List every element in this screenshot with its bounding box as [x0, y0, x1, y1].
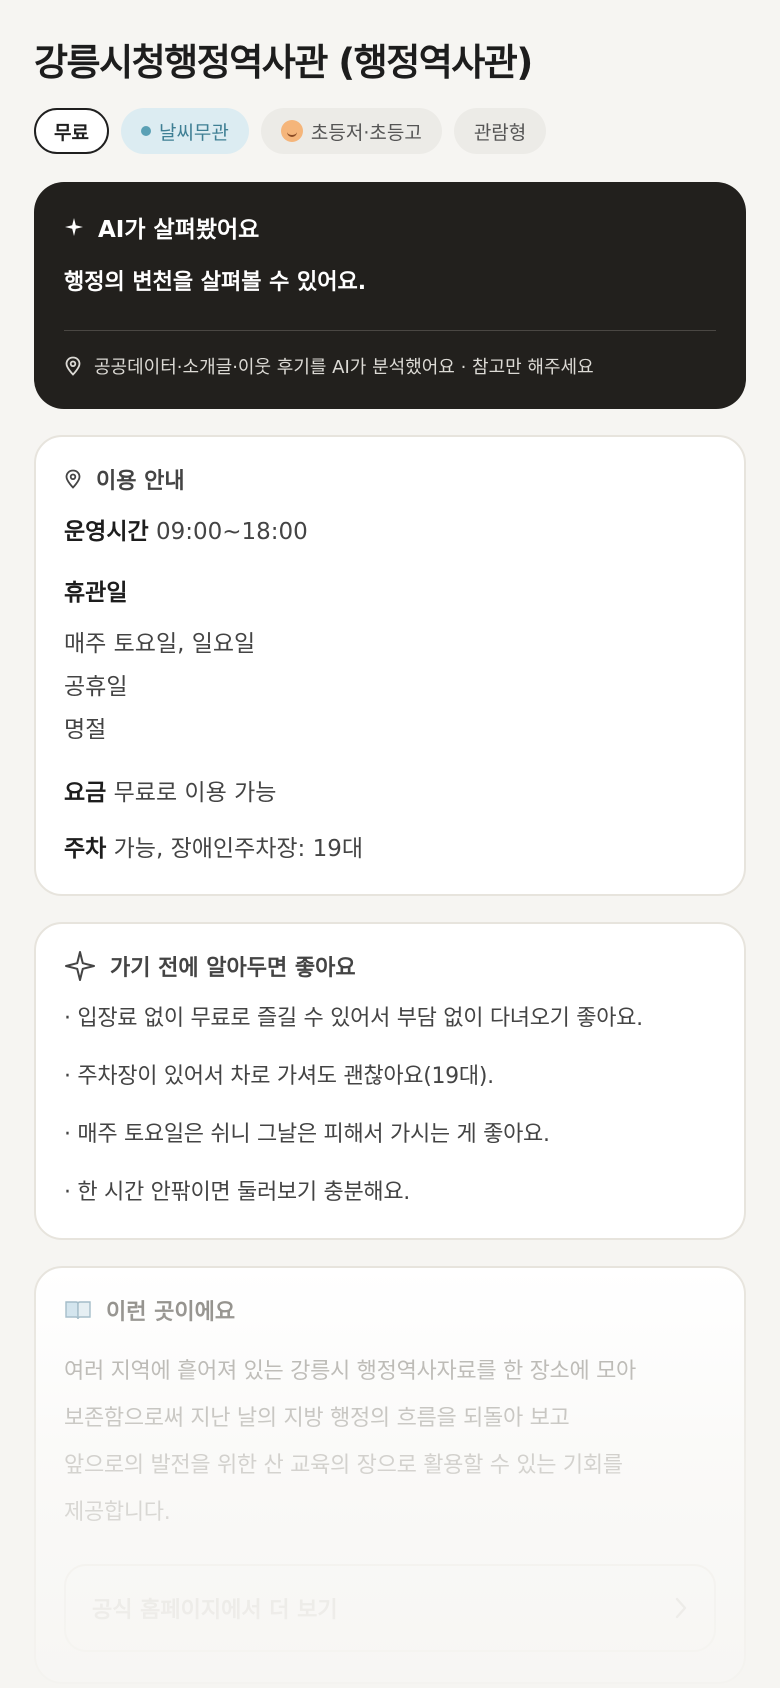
usage-info-card: 이용 안내 운영시간 09:00~18:00 휴관일 매주 토요일, 일요일 공… — [34, 435, 746, 896]
about-line: 여러 지역에 흩어져 있는 강릉시 행정역사자료를 한 장소에 모아 — [64, 1359, 636, 1384]
tag-age: 초등저·초등고 — [260, 108, 442, 154]
hours-value: 09:00~18:00 — [155, 519, 308, 545]
tips-title: 가기 전에 알아두면 좋아요 — [110, 956, 356, 981]
tips-card: 가기 전에 알아두면 좋아요 · 입장료 없이 무료로 즐길 수 있어서 부담 … — [34, 922, 746, 1240]
parking-row: 주차 가능, 장애인주차장: 19대 — [64, 834, 716, 864]
about-heading: 이런 곳이에요 — [64, 1294, 716, 1326]
sparkle-icon — [64, 217, 84, 237]
tag-weather-label: 날씨무관 — [158, 121, 229, 144]
tip-item: · 한 시간 안팎이면 둘러보기 충분해요. — [64, 1180, 410, 1205]
tag-type: 관람형 — [453, 108, 547, 154]
hours-label: 운영시간 — [64, 519, 149, 545]
closed-day-item: 매주 토요일, 일요일 — [64, 631, 256, 657]
closed-day-item: 공휴일 — [64, 674, 128, 700]
tag-type-label: 관람형 — [473, 121, 527, 144]
official-homepage-label: 공식 홈페이지에서 더 보기 — [92, 1598, 338, 1623]
ai-summary-card: AI가 살펴봤어요 행정의 변천을 살펴볼 수 있어요. 공공데이터·소개글·이… — [34, 182, 746, 409]
about-line: 보존함으로써 지난 날의 지방 행정의 흐름을 되돌아 보고 — [64, 1406, 570, 1431]
tag-row: 무료 날씨무관 초등저·초등고 관람형 — [34, 108, 746, 154]
fee-value: 무료로 이용 가능 — [113, 780, 277, 806]
parking-value: 가능, 장애인주차장: 19대 — [113, 836, 364, 862]
official-homepage-button[interactable]: 공식 홈페이지에서 더 보기 — [64, 1564, 716, 1652]
closed-days-list: 매주 토요일, 일요일 공휴일 명절 — [64, 623, 716, 752]
about-title: 이런 곳이에요 — [106, 1300, 236, 1325]
fee-label: 요금 — [64, 780, 107, 806]
tag-free-label: 무료 — [54, 121, 89, 144]
closed-label: 휴관일 — [64, 580, 128, 606]
closed-day-item: 명절 — [64, 717, 107, 743]
about-text: 여러 지역에 흩어져 있는 강릉시 행정역사자료를 한 장소에 모아 보존함으로… — [64, 1348, 716, 1536]
tips-heading: 가기 전에 알아두면 좋아요 — [64, 950, 716, 982]
tag-weather: 날씨무관 — [120, 108, 249, 154]
location-pin-icon — [64, 356, 82, 376]
tag-free: 무료 — [34, 108, 109, 154]
about-line: 앞으로의 발전을 위한 산 교육의 장으로 활용할 수 있는 기회를 — [64, 1453, 623, 1478]
location-pin-icon — [64, 469, 82, 489]
open-book-icon — [64, 1299, 92, 1321]
tip-item: · 매주 토요일은 쉬니 그날은 피해서 가시는 게 좋아요. — [64, 1122, 550, 1147]
dot-icon — [140, 126, 151, 136]
fee-row: 요금 무료로 이용 가능 — [64, 778, 716, 808]
baby-face-icon — [280, 120, 303, 142]
ai-summary-text: 행정의 변천을 살펴볼 수 있어요. — [64, 270, 367, 295]
parking-label: 주차 — [64, 836, 107, 862]
ai-summary-footnote: 공공데이터·소개글·이웃 후기를 AI가 분석했어요 · 참고만 해주세요 — [94, 357, 594, 378]
page-title: 강릉시청행정역사관 (행정역사관) — [34, 41, 533, 84]
usage-info-heading: 이용 안내 — [64, 463, 716, 495]
about-line: 제공합니다. — [64, 1500, 171, 1525]
hours-row: 운영시간 09:00~18:00 — [64, 517, 716, 547]
tip-item: · 주차장이 있어서 차로 가셔도 괜찮아요(19대). — [64, 1064, 494, 1089]
place-detail-page: 강릉시청행정역사관 (행정역사관) 무료 날씨무관 초등저·초등고 관람형 AI… — [0, 0, 780, 1684]
tip-item: · 입장료 없이 무료로 즐길 수 있어서 부담 없이 다녀오기 좋아요. — [64, 1006, 643, 1031]
ai-summary-title: AI가 살펴봤어요 — [98, 217, 260, 243]
about-card: 이런 곳이에요 여러 지역에 흩어져 있는 강릉시 행정역사자료를 한 장소에 … — [34, 1266, 746, 1684]
usage-info-title: 이용 안내 — [96, 469, 185, 494]
sparkle-outline-icon — [64, 950, 96, 982]
chevron-right-icon — [674, 1596, 688, 1620]
divider — [64, 330, 716, 331]
tag-age-label: 초등저·초등고 — [310, 121, 422, 144]
ai-summary-footer: 공공데이터·소개글·이웃 후기를 AI가 분석했어요 · 참고만 해주세요 — [64, 353, 716, 379]
ai-summary-heading: AI가 살펴봤어요 — [64, 210, 716, 244]
